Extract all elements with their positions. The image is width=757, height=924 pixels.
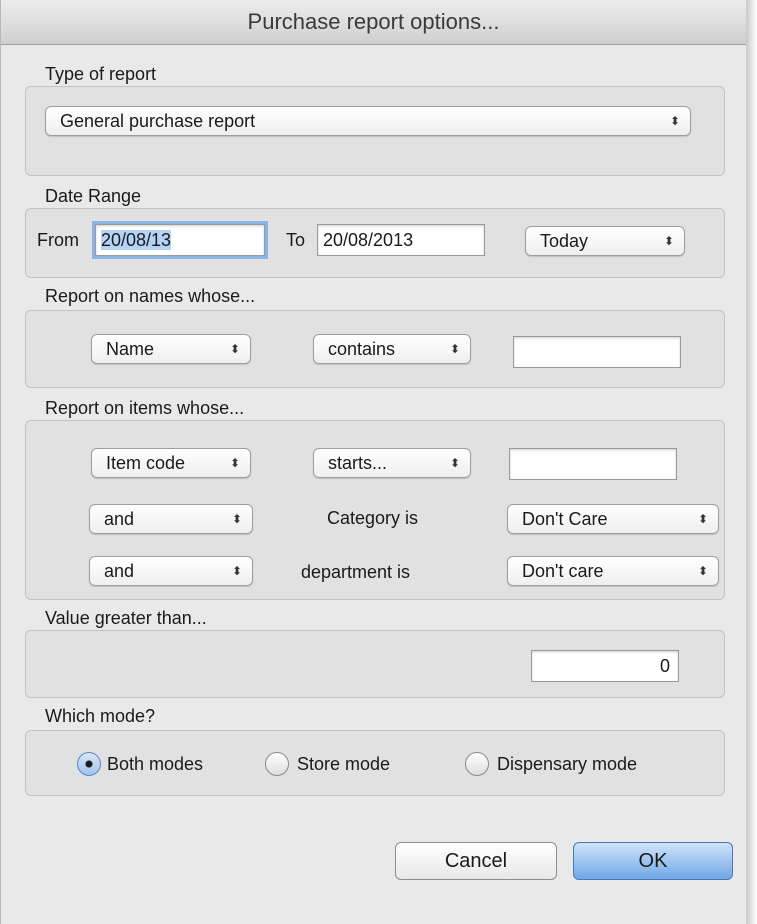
updown-arrows-icon: ⬍: [229, 342, 240, 356]
department-value: Don't care: [522, 561, 604, 581]
window-title: Purchase report options...: [1, 0, 746, 45]
name-operator-select[interactable]: contains ⬍: [313, 334, 471, 364]
updown-arrows-icon: ⬍: [449, 456, 460, 470]
radio-both-modes[interactable]: [77, 752, 101, 776]
name-operator-value: contains: [328, 339, 396, 359]
from-label: From: [37, 230, 79, 250]
department-conj-value: and: [104, 561, 135, 581]
ok-button[interactable]: OK: [573, 842, 733, 880]
name-value-field[interactable]: [513, 336, 681, 368]
to-label: To: [286, 230, 306, 250]
radio-dispensary-mode-label: Dispensary mode: [497, 754, 638, 774]
dialog-window: Purchase report options... Type of repor…: [0, 0, 747, 924]
date-preset-select[interactable]: Today ⬍: [525, 226, 685, 256]
date-preset-value: Today: [540, 231, 589, 251]
mode-label: Which mode?: [45, 706, 156, 726]
radio-store-mode[interactable]: [265, 752, 289, 776]
item-operator-value: starts...: [328, 453, 388, 473]
updown-arrows-icon: ⬍: [229, 456, 240, 470]
updown-arrows-icon: ⬍: [697, 564, 708, 578]
name-field-select[interactable]: Name ⬍: [91, 334, 251, 364]
category-label: Category is: [327, 508, 419, 528]
category-conj-value: and: [104, 509, 135, 529]
date-range-label: Date Range: [45, 186, 142, 206]
updown-arrows-icon: ⬍: [231, 564, 242, 578]
report-type-label: Type of report: [45, 64, 157, 84]
category-conj-select[interactable]: and ⬍: [89, 504, 253, 534]
item-value-field[interactable]: [509, 448, 677, 480]
radio-both-modes-label: Both modes: [107, 754, 204, 774]
names-label: Report on names whose...: [45, 286, 256, 306]
updown-arrows-icon: ⬍: [663, 234, 674, 248]
department-label: department is: [301, 562, 411, 582]
to-date-field[interactable]: 20/08/2013: [317, 224, 485, 256]
to-date-value: 20/08/2013: [323, 230, 414, 250]
value-amount-field[interactable]: 0: [531, 650, 679, 682]
updown-arrows-icon: ⬍: [669, 114, 680, 128]
radio-dispensary-mode[interactable]: [465, 752, 489, 776]
item-field-value: Item code: [106, 453, 186, 473]
value-label: Value greater than...: [45, 608, 207, 628]
value-amount-text: 0: [659, 656, 670, 676]
updown-arrows-icon: ⬍: [697, 512, 708, 526]
report-type-value: General purchase report: [60, 111, 256, 131]
name-field-value: Name: [106, 339, 155, 359]
category-select[interactable]: Don't Care ⬍: [507, 504, 719, 534]
report-type-select[interactable]: General purchase report ⬍: [45, 106, 691, 136]
category-value: Don't Care: [522, 509, 608, 529]
from-date-value: 20/08/13: [101, 230, 172, 250]
items-label: Report on items whose...: [45, 398, 245, 418]
updown-arrows-icon: ⬍: [231, 512, 242, 526]
item-operator-select[interactable]: starts... ⬍: [313, 448, 471, 478]
cancel-button[interactable]: Cancel: [395, 842, 557, 880]
window-shadow: [746, 0, 757, 924]
from-date-field[interactable]: 20/08/13: [92, 221, 268, 259]
updown-arrows-icon: ⬍: [449, 342, 460, 356]
department-conj-select[interactable]: and ⬍: [89, 556, 253, 586]
radio-store-mode-label: Store mode: [297, 754, 391, 774]
department-select[interactable]: Don't care ⬍: [507, 556, 719, 586]
item-field-select[interactable]: Item code ⬍: [91, 448, 251, 478]
